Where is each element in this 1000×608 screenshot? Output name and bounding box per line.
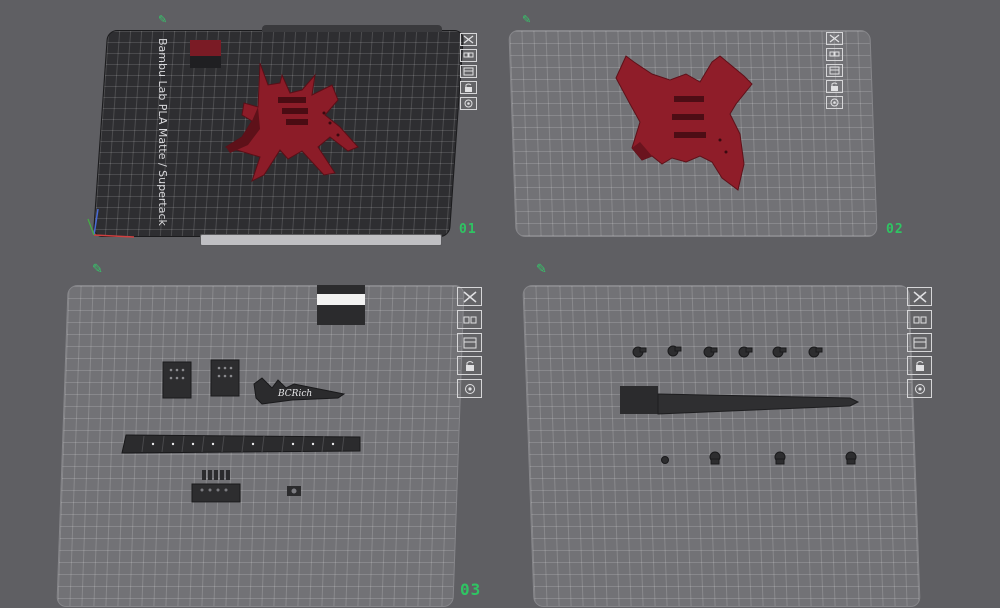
axis-triad-icon: [87, 208, 135, 238]
arrange-icon: [463, 51, 474, 60]
plate-04-toolbar: [907, 287, 932, 398]
edit-pencil-icon[interactable]: ✎: [522, 13, 531, 26]
close-icon: [463, 35, 474, 44]
guitar-body-model[interactable]: [612, 52, 757, 192]
plate-01-toolbar: [460, 33, 477, 110]
arrange-icon: [913, 314, 927, 326]
purge-tower[interactable]: [314, 283, 368, 327]
auto-arrange-button[interactable]: [460, 49, 477, 62]
orient-button[interactable]: [460, 97, 477, 110]
plate-settings-button[interactable]: [907, 333, 932, 352]
orient-icon: [913, 383, 927, 395]
headstock-model[interactable]: BCRich: [252, 376, 348, 406]
plate-01-top-tab: [262, 25, 442, 32]
auto-arrange-button[interactable]: [907, 310, 932, 329]
close-icon: [829, 34, 840, 43]
settings-icon: [829, 66, 840, 75]
orient-button[interactable]: [907, 379, 932, 398]
settings-icon: [463, 337, 477, 349]
filament-label: Bambu Lab PLA Matte / Supertack: [156, 38, 169, 226]
close-icon: [463, 290, 477, 303]
headstock-logo: BCRich: [277, 389, 312, 399]
fretboard-model[interactable]: [120, 432, 364, 456]
edit-pencil-icon[interactable]: ✎: [92, 262, 103, 277]
settings-icon: [463, 67, 474, 76]
plate-02-toolbar: [826, 32, 843, 109]
small-part-model[interactable]: [284, 484, 304, 498]
neck-model[interactable]: [618, 384, 862, 418]
knob-parts[interactable]: [655, 445, 865, 469]
orient-icon: [463, 383, 477, 395]
lock-plate-button[interactable]: [826, 80, 843, 93]
plate-03-toolbar: [457, 287, 482, 398]
arrange-icon: [829, 50, 840, 59]
orient-button[interactable]: [457, 379, 482, 398]
plate-number-01: 01: [459, 222, 477, 237]
auto-arrange-button[interactable]: [457, 310, 482, 329]
bridge-model[interactable]: [190, 466, 242, 506]
guitar-body-model[interactable]: [220, 55, 370, 190]
lock-icon: [913, 360, 927, 372]
delete-plate-button[interactable]: [457, 287, 482, 306]
edit-pencil-icon[interactable]: ✎: [158, 13, 167, 26]
delete-plate-button[interactable]: [826, 32, 843, 45]
plate-number-02: 02: [886, 222, 904, 237]
lock-icon: [463, 360, 477, 372]
auto-arrange-button[interactable]: [826, 48, 843, 61]
orient-button[interactable]: [826, 96, 843, 109]
close-icon: [913, 290, 927, 303]
purge-tower[interactable]: [188, 37, 224, 71]
plate-01-bottom-bar: [200, 234, 442, 246]
plate-settings-button[interactable]: [460, 65, 477, 78]
edit-pencil-icon[interactable]: ✎: [536, 262, 547, 277]
plate-settings-button[interactable]: [826, 64, 843, 77]
plate-settings-button[interactable]: [457, 333, 482, 352]
delete-plate-button[interactable]: [460, 33, 477, 46]
orient-icon: [463, 99, 474, 108]
arrange-icon: [463, 314, 477, 326]
lock-plate-button[interactable]: [457, 356, 482, 375]
delete-plate-button[interactable]: [907, 287, 932, 306]
pickup-model[interactable]: [161, 360, 195, 402]
lock-plate-button[interactable]: [907, 356, 932, 375]
orient-icon: [829, 98, 840, 107]
settings-icon: [913, 337, 927, 349]
plate-number-03: 03: [460, 580, 482, 599]
lock-plate-button[interactable]: [460, 81, 477, 94]
lock-icon: [829, 82, 840, 91]
lock-icon: [463, 83, 474, 92]
tuner-pegs[interactable]: [628, 340, 828, 362]
pickup-model[interactable]: [209, 358, 243, 400]
